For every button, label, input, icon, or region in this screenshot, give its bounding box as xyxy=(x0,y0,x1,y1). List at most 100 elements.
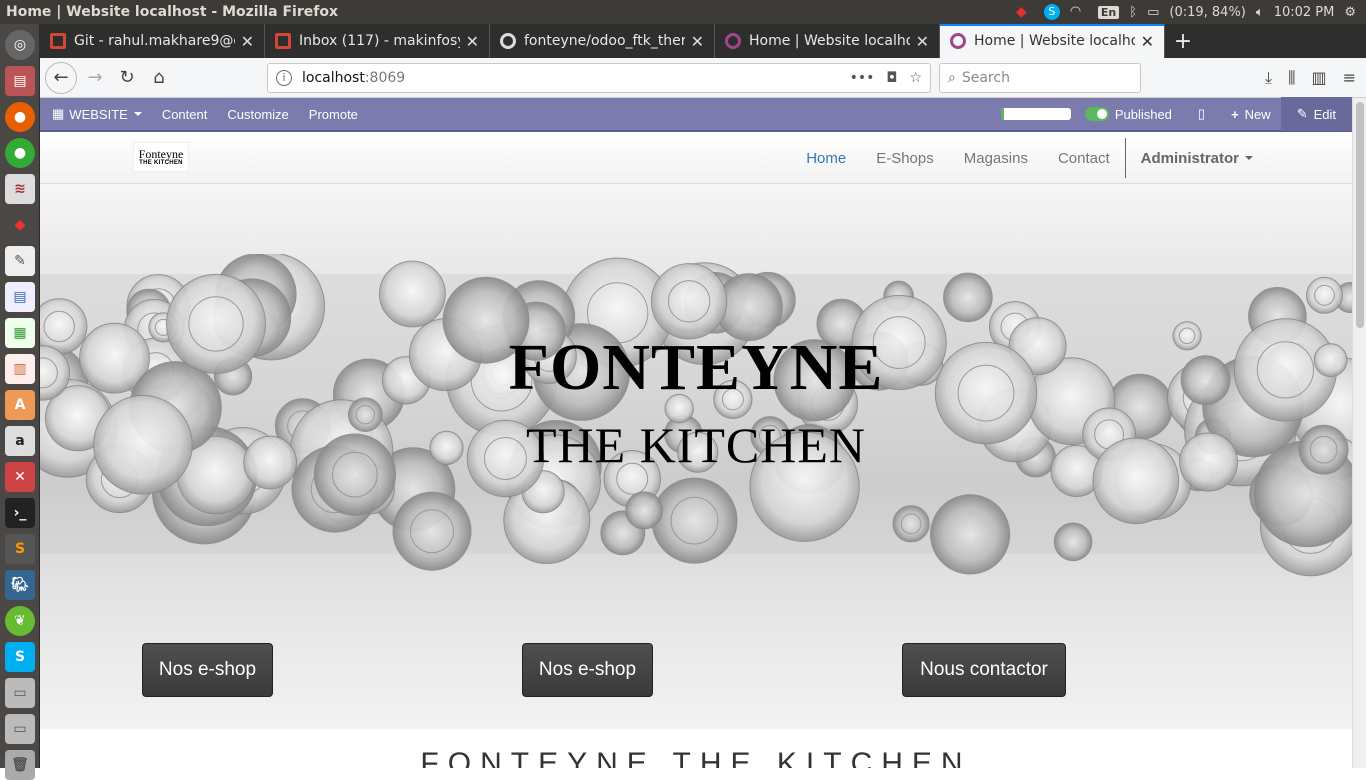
browser-tab[interactable]: Home | Website localhos ✕ xyxy=(715,24,940,58)
apps-label: WEBSITE xyxy=(69,106,128,122)
drive-icon[interactable]: ▭ xyxy=(5,678,35,708)
spring-icon[interactable]: ❦ xyxy=(5,606,35,636)
website-header: Fonteyne THE KITCHEN Home E-Shops Magasi… xyxy=(40,132,1352,184)
window-title: Home | Website localhost - Mozilla Firef… xyxy=(6,4,338,20)
close-tab-icon[interactable]: ✕ xyxy=(241,32,254,51)
sublime-icon[interactable]: S xyxy=(5,534,35,564)
close-tab-icon[interactable]: ✕ xyxy=(916,32,929,51)
published-label: Published xyxy=(1114,106,1172,122)
github-icon xyxy=(500,33,516,49)
eshop-button-1[interactable]: Nos e-shop xyxy=(142,643,273,697)
pencil-icon: ✎ xyxy=(1296,106,1308,121)
menu-item-contact[interactable]: Contact xyxy=(1043,132,1125,184)
software-center-icon[interactable]: A xyxy=(5,390,35,420)
downloads-icon[interactable]: ⤓ xyxy=(1265,68,1272,88)
drive-2-icon[interactable]: ▭ xyxy=(5,714,35,744)
user-name: Administrator xyxy=(1140,149,1239,167)
browser-tab[interactable]: Home | Website localhos ✕ xyxy=(940,24,1165,58)
seo-progress-bar xyxy=(1000,108,1071,120)
gmail-icon xyxy=(275,33,291,49)
chevron-down-icon xyxy=(133,112,142,116)
scrollbar-thumb[interactable] xyxy=(1356,102,1364,328)
page-scrollbar[interactable] xyxy=(1352,98,1366,768)
logo-line-2: THE KITCHEN xyxy=(139,160,183,166)
skype-launcher-icon[interactable]: S xyxy=(5,642,35,672)
close-tab-icon[interactable]: ✕ xyxy=(466,32,479,51)
menu-item-e-shops[interactable]: E-Shops xyxy=(861,132,949,184)
battery-icon[interactable]: ▭ xyxy=(1147,5,1159,20)
impress-icon[interactable]: ▥ xyxy=(5,354,35,384)
dash-home-icon[interactable]: ◎ xyxy=(5,30,35,60)
url-host: localhost xyxy=(302,69,365,86)
close-tab-icon[interactable]: ✕ xyxy=(1141,32,1154,51)
volume-icon[interactable]: 🔈︎ xyxy=(1256,5,1264,20)
edit-label: Edit xyxy=(1313,106,1336,122)
amazon-icon[interactable]: a xyxy=(5,426,35,456)
promote-menu[interactable]: Promote xyxy=(299,97,368,131)
browser-tab[interactable]: Git - rahul.makhare9@gm ✕ xyxy=(40,24,265,58)
new-label: New xyxy=(1244,106,1271,122)
tab-label: Home | Website localhos xyxy=(749,33,910,49)
writer-icon[interactable]: ▤ xyxy=(5,282,35,312)
back-button[interactable]: ← xyxy=(45,61,77,94)
page-actions-icon[interactable]: ••• xyxy=(850,70,875,86)
firefox-icon[interactable]: ● xyxy=(5,102,35,132)
bookmark-star-icon[interactable]: ☆ xyxy=(909,70,922,86)
text-editor-icon[interactable]: ✎ xyxy=(5,246,35,276)
odoo-bar-right: Published ▯ + New ✎ Edit xyxy=(1000,97,1352,131)
user-menu[interactable]: Administrator xyxy=(1126,132,1268,184)
menu-icon[interactable]: ≡ xyxy=(1343,68,1356,88)
chrome-icon[interactable]: ● xyxy=(5,138,35,168)
system-top-bar: Home | Website localhost - Mozilla Firef… xyxy=(0,0,1366,24)
browser-tab[interactable]: fonteyne/odoo_ftk_ther ✕ xyxy=(490,24,715,58)
battery-status[interactable]: (0:19, 84%) xyxy=(1169,5,1246,20)
home-button[interactable]: ⌂ xyxy=(143,62,175,94)
terminal-icon[interactable]: ›_ xyxy=(5,498,35,528)
clock[interactable]: 10:02 PM xyxy=(1274,5,1335,20)
keyboard-layout-indicator[interactable]: En xyxy=(1097,5,1120,19)
trash-icon[interactable]: 🗑︎ xyxy=(5,750,35,780)
reload-button[interactable]: ↻ xyxy=(111,62,143,94)
system-tools-icon[interactable]: ✕ xyxy=(5,462,35,492)
browser-tab[interactable]: Inbox (117) - makinfosys ✕ xyxy=(265,24,490,58)
customize-menu[interactable]: Customize xyxy=(217,97,298,131)
tab-label: Inbox (117) - makinfosys xyxy=(299,33,460,49)
forward-button[interactable]: → xyxy=(79,62,111,94)
mobile-preview-button[interactable]: ▯ xyxy=(1182,97,1221,131)
files-icon[interactable]: ▤ xyxy=(5,66,35,96)
pocket-icon[interactable]: ◘ xyxy=(886,70,897,86)
published-toggle[interactable]: Published xyxy=(1084,97,1182,131)
settings-gear-icon[interactable]: ⚙ xyxy=(1344,5,1356,20)
section-title: FONTEYNE THE KITCHEN xyxy=(40,729,1352,768)
sidebar-icon[interactable]: ▥ xyxy=(1311,68,1326,88)
site-info-icon[interactable]: i xyxy=(276,69,292,86)
menu-item-magasins[interactable]: Magasins xyxy=(949,132,1043,184)
new-tab-button[interactable]: + xyxy=(1165,24,1201,58)
contact-button[interactable]: Nous contactor xyxy=(902,643,1066,697)
edit-button[interactable]: ✎ Edit xyxy=(1280,97,1352,131)
site-logo[interactable]: Fonteyne THE KITCHEN xyxy=(133,142,189,172)
url-bar[interactable]: i localhost:8069 ••• ◘ ☆ xyxy=(267,62,931,93)
main-menu: Home E-Shops Magasins Contact Administra… xyxy=(791,132,1268,184)
wifi-icon[interactable]: ◠ xyxy=(1070,4,1088,20)
postgres-icon[interactable]: 🐘︎ xyxy=(5,570,35,600)
chevron-down-icon xyxy=(1245,156,1253,160)
search-bar[interactable]: ⌕ Search xyxy=(939,62,1141,93)
tab-label: Git - rahul.makhare9@gm xyxy=(74,33,235,49)
bluetooth-icon[interactable]: ᛒ xyxy=(1129,5,1137,20)
dropbox-icon[interactable]: ◆ xyxy=(1016,4,1034,20)
menu-item-home[interactable]: Home xyxy=(791,132,861,184)
calc-icon[interactable]: ▦ xyxy=(5,318,35,348)
skype-icon[interactable]: S xyxy=(1043,4,1060,20)
system-tray: ◆ S ◠ En ᛒ ▭ (0:19, 84%) 🔈︎ 10:02 PM ⚙ xyxy=(1016,4,1366,20)
app-icon[interactable]: ≋ xyxy=(5,174,35,204)
git-icon[interactable]: ◆ xyxy=(5,210,35,240)
launcher-sidebar: ◎ ▤ ● ● ≋ ◆ ✎ ▤ ▦ ▥ A a ✕ ›_ S 🐘︎ ❦ S ▭ … xyxy=(0,24,40,780)
toolbar-right: ⤓ ⫼ ▥ ≡ xyxy=(1265,68,1366,88)
close-tab-icon[interactable]: ✕ xyxy=(691,32,704,51)
library-icon[interactable]: ⫼ xyxy=(1288,68,1295,88)
content-menu[interactable]: Content xyxy=(152,97,218,131)
eshop-button-2[interactable]: Nos e-shop xyxy=(522,643,653,697)
new-button[interactable]: + New xyxy=(1221,97,1281,131)
website-apps-menu[interactable]: ▦ WEBSITE xyxy=(40,97,152,131)
